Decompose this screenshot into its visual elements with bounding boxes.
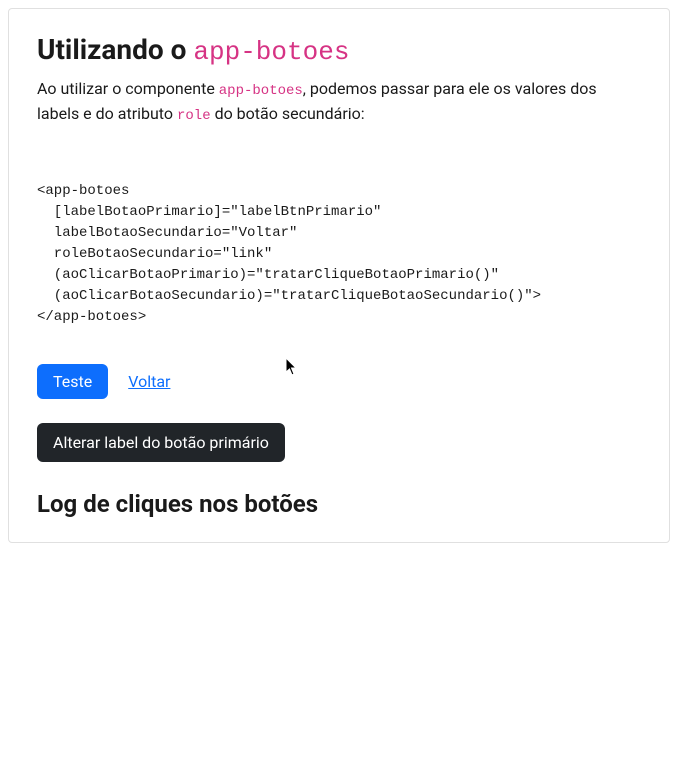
log-heading: Log de cliques nos botões	[37, 490, 641, 518]
paragraph-part3: do botão secundário:	[211, 104, 365, 123]
code-example: <app-botoes [labelBotaoPrimario]="labelB…	[37, 181, 641, 328]
paragraph-code1: app-botoes	[219, 83, 303, 99]
heading-code: app-botoes	[193, 37, 349, 67]
paragraph-part1: Ao utilizar o componente	[37, 79, 219, 98]
intro-paragraph: Ao utilizar o componente app-botoes, pod…	[37, 77, 641, 127]
heading-prefix: Utilizando o	[37, 33, 193, 66]
content-card: Utilizando o app-botoes Ao utilizar o co…	[8, 8, 670, 543]
demo-button-row: Teste Voltar	[37, 364, 641, 399]
page-title: Utilizando o app-botoes	[37, 33, 641, 67]
secondary-link-button[interactable]: Voltar	[128, 372, 170, 391]
paragraph-code2: role	[177, 108, 211, 124]
change-label-button[interactable]: Alterar label do botão primário	[37, 423, 285, 462]
primary-button[interactable]: Teste	[37, 364, 108, 399]
